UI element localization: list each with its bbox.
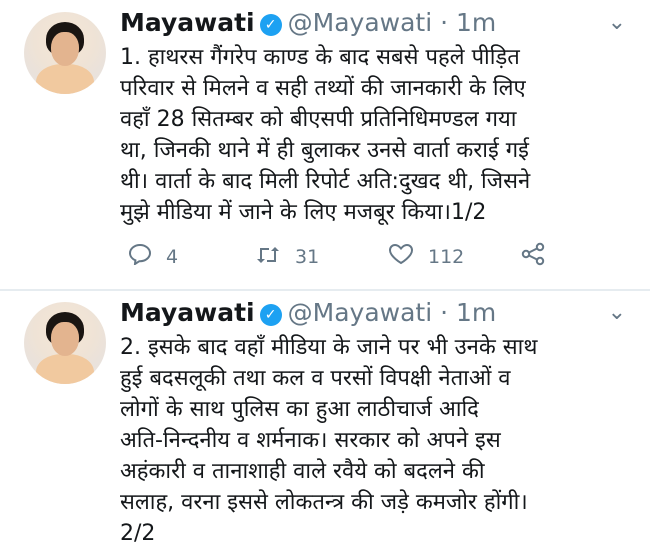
display-name[interactable]: Mayawati [120,8,255,37]
share-icon [520,242,546,272]
user-handle[interactable]: @Mayawati [288,8,433,37]
heart-icon [388,243,414,271]
tweet-actions: 4 31 112 [120,242,620,272]
verified-badge-icon: ✓ [259,304,282,326]
timestamp[interactable]: 1m [456,8,496,37]
retweet-count: 31 [295,246,320,268]
retweet-button[interactable]: 31 [255,242,319,272]
display-name[interactable]: Mayawati [120,298,255,327]
separator-dot: · [432,298,457,327]
timestamp[interactable]: 1m [456,298,496,327]
retweet-icon [255,243,281,271]
tweet-text: 2. इसके बाद वहाँ मीडिया के जाने पर भी उन… [120,332,630,549]
user-handle[interactable]: @Mayawati [288,298,433,327]
tweet-line: लोगों के साथ पुलिस का हुआ लाठीचार्ज आदि [120,397,479,422]
like-button[interactable]: 112 [388,242,464,272]
reply-count: 4 [166,246,179,268]
tweet-header: Mayawati ✓ @Mayawati · 1m [120,8,496,42]
tweet-line: अहंकारी व तानाशाही वाले रवैये को बदलने क… [120,459,485,484]
tweet-line: था, जिनकी थाने में ही बुलाकर उनसे वार्ता… [120,138,529,163]
tweet-line: हुई बदसलूकी तथा कल व परसों विपक्षी नेताओ… [120,366,511,391]
avatar-face [51,32,79,66]
tweet-line: मुझे मीडिया में जाने के लिए मजबूर किया।1… [120,200,487,225]
tweet-line: सलाह, वरना इससे लोकतन्त्र की जड़े कमजोर … [120,490,528,515]
tweet-line: थी। वार्ता के बाद मिली रिपोर्ट अति:दुखद … [120,169,531,194]
tweet-line: परिवार से मिलने व सही तथ्यों की जानकारी … [120,76,526,101]
tweet-header: Mayawati ✓ @Mayawati · 1m [120,298,496,332]
avatar-body [36,64,94,94]
tweet-line: 2/2 [120,521,156,546]
chevron-down-icon[interactable]: ⌄ [608,10,626,35]
tweet-line: 2. इसके बाद वहाँ मीडिया के जाने पर भी उन… [120,335,538,360]
avatar-body [36,354,94,384]
tweet-text: 1. हाथरस गैंगरेप काण्ड के बाद सबसे पहले … [120,42,630,228]
avatar[interactable] [24,12,106,94]
reply-icon [128,243,152,271]
avatar[interactable] [24,302,106,384]
tweet-1[interactable]: Mayawati ✓ @Mayawati · 1m ⌄ 1. हाथरस गैंगर… [0,0,650,290]
tweet-line: वहाँ 28 सितम्बर को बीएसपी प्रतिनिधिमण्डल… [120,107,517,132]
tweet-line: 1. हाथरस गैंगरेप काण्ड के बाद सबसे पहले … [120,45,520,70]
verified-badge-icon: ✓ [259,14,282,36]
avatar-face [51,322,79,356]
chevron-down-icon[interactable]: ⌄ [608,300,626,325]
reply-button[interactable]: 4 [128,242,178,272]
tweet-line: अति-निन्दनीय व शर्मनाक। सरकार को अपने इस [120,428,501,453]
tweet-2[interactable]: Mayawati ✓ @Mayawati · 1m ⌄ 2. इसके बाद वह… [0,290,650,546]
separator-dot: · [432,8,457,37]
like-count: 112 [428,246,465,268]
share-button[interactable] [520,242,560,272]
